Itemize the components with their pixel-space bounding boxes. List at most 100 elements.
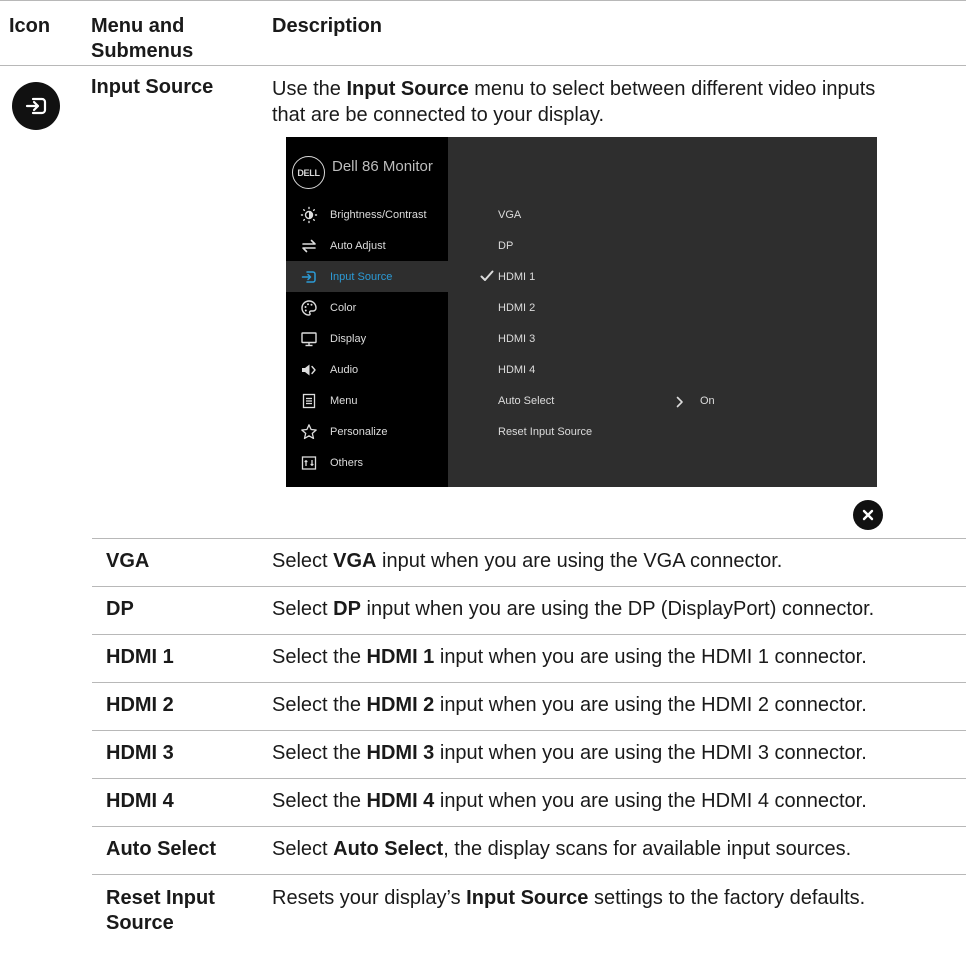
row-label-hdmi1: HDMI 1 [106,646,174,668]
others-icon [300,454,318,472]
osd-sub-hdmi2[interactable]: HDMI 2 [498,301,535,315]
header-menu-line2: Submenus [91,40,194,62]
row-label-hdmi4: HDMI 4 [106,790,174,812]
osd-item-label: Others [330,456,364,469]
row-desc-hdmi2: Select the HDMI 2 input when you are usi… [272,693,962,718]
auto-adjust-icon [300,237,318,255]
row-rule [92,586,966,587]
row-label-vga: VGA [106,550,150,572]
row-label-auto-select: Auto Select [106,838,217,860]
osd-sidebar: DELL Dell 86 Monitor Brightness/Contrast… [286,137,448,487]
osd-item-others[interactable]: Others [286,447,448,478]
desc-text: input when you are using the DP (Display… [360,598,875,620]
desc-bold: HDMI 2 [366,694,435,716]
checkmark-icon [480,269,494,287]
desc-bold: HDMI 3 [366,742,435,764]
osd-item-label: Menu [330,394,358,407]
input-source-icon [300,268,318,286]
row-rule [92,634,966,635]
desc-text: input when you are using the HDMI 2 conn… [434,694,867,716]
osd-sub-hdmi3[interactable]: HDMI 3 [498,332,535,346]
monitor-icon [300,330,318,348]
osd-sub-auto-select[interactable]: Auto Select [498,394,554,408]
osd-item-audio[interactable]: Audio [286,354,448,385]
osd-item-input-source[interactable]: Input Source [286,261,448,292]
input-source-icon [12,82,60,130]
header-rule [0,65,966,66]
osd-sub-hdmi1[interactable]: HDMI 1 [498,270,535,284]
brightness-icon [300,206,318,224]
osd-sub-dp[interactable]: DP [498,239,513,253]
intro-bold: Input Source [346,78,469,100]
row-desc-vga: Select VGA input when you are using the … [272,549,962,574]
desc-text: Select [272,838,334,860]
desc-text: input when you are using the HDMI 3 conn… [434,742,867,764]
osd-item-color[interactable]: Color [286,292,448,323]
desc-text: , the display scans for available input … [443,838,852,860]
header-menu: Menu and Submenus [91,14,193,64]
desc-text: Select the [272,742,367,764]
row-desc-reset: Resets your display’s Input Source setti… [272,886,962,911]
row-rule [92,730,966,731]
top-rule [0,0,966,1]
row-label-hdmi3: HDMI 3 [106,742,174,764]
desc-bold: Auto Select [333,838,444,860]
section-name: Input Source [91,76,214,98]
osd-item-label: Auto Adjust [330,239,386,252]
desc-text: Select [272,598,334,620]
desc-text: Select [272,550,334,572]
row-label-dp: DP [106,598,134,620]
desc-bold: HDMI 4 [366,790,435,812]
row-label-reset-line2: Source [106,912,174,934]
row-rule [92,682,966,683]
chevron-right-icon [676,395,684,413]
desc-text: Select the [272,694,367,716]
row-rule [92,874,966,875]
row-label-reset: Reset Input Source [106,886,215,936]
row-desc-hdmi1: Select the HDMI 1 input when you are usi… [272,645,962,670]
row-desc-dp: Select DP input when you are using the D… [272,597,962,622]
osd-item-brightness[interactable]: Brightness/Contrast [286,199,448,230]
osd-item-display[interactable]: Display [286,323,448,354]
osd-item-label: Input Source [330,270,393,283]
row-desc-hdmi4: Select the HDMI 4 input when you are usi… [272,789,962,814]
desc-text: input when you are using the VGA connect… [376,550,783,572]
desc-text: input when you are using the HDMI 4 conn… [434,790,867,812]
osd-menu: DELL Dell 86 Monitor Brightness/Contrast… [286,137,877,487]
osd-item-label: Personalize [330,425,388,438]
speaker-icon [300,361,318,379]
osd-sub-hdmi4[interactable]: HDMI 4 [498,363,535,377]
osd-item-label: Brightness/Contrast [330,208,427,221]
desc-emphasis: Input Source [466,887,589,909]
desc-text: Resets your display’s [272,887,467,909]
osd-item-menu[interactable]: Menu [286,385,448,416]
osd-item-personalize[interactable]: Personalize [286,416,448,447]
row-rule [92,538,966,539]
row-rule [92,826,966,827]
osd-sub-vga[interactable]: VGA [498,208,521,222]
desc-bold: DP [333,598,361,620]
osd-item-label: Color [330,301,357,314]
osd-sub-reset[interactable]: Reset Input Source [498,425,592,439]
auto-select-value: On [700,395,715,407]
intro-text: Use the [272,78,347,100]
menu-list-icon [300,392,318,410]
osd-item-label: Audio [330,363,359,376]
close-icon[interactable] [853,500,883,530]
desc-text: input when you are using the HDMI 1 conn… [434,646,867,668]
star-icon [300,423,318,441]
row-desc-hdmi3: Select the HDMI 3 input when you are usi… [272,741,962,766]
osd-item-auto-adjust[interactable]: Auto Adjust [286,230,448,261]
desc-bold: HDMI 1 [366,646,435,668]
row-rule [92,778,966,779]
section-intro: Use the Input Source menu to select betw… [272,76,912,128]
row-desc-auto-select: Select Auto Select, the display scans fo… [272,837,962,862]
row-label-reset-line1: Reset Input [106,887,215,909]
desc-text: Select the [272,646,367,668]
desc-text: Select the [272,790,367,812]
color-palette-icon [300,299,318,317]
header-menu-line1: Menu and [91,15,185,37]
desc-text: settings to the factory defaults. [588,887,866,909]
row-label-hdmi2: HDMI 2 [106,694,174,716]
osd-title: Dell 86 Monitor [332,158,433,175]
